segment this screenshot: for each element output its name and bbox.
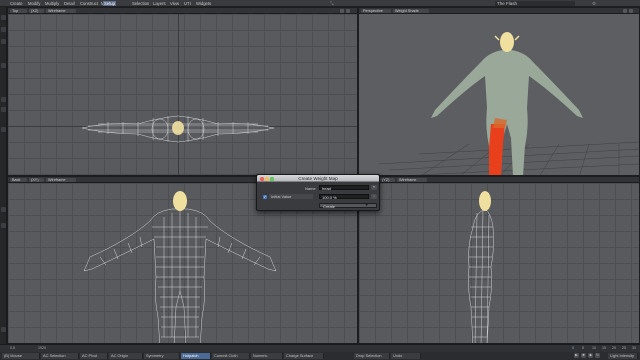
- field-left[interactable]: 0.5: [10, 346, 15, 350]
- viewport-perspective[interactable]: Perspective Weight Shade: [358, 7, 640, 176]
- view-type-dropdown[interactable]: Perspective: [361, 9, 391, 13]
- viewport-top-canvas[interactable]: [8, 14, 357, 175]
- toolbar-button-5[interactable]: [1, 97, 6, 102]
- character-mesh-top: [81, 115, 275, 143]
- toolbar-button-7[interactable]: [1, 127, 6, 132]
- toolbar-button-3[interactable]: [1, 39, 6, 44]
- name-dropdown-icon[interactable]: ▾: [371, 185, 377, 190]
- stop-icon[interactable]: ■: [581, 353, 586, 358]
- timeline-tick: 15: [602, 346, 606, 350]
- initial-value-label[interactable]: Initial Value: [269, 194, 313, 199]
- symmetry-button[interactable]: Symmetry: [144, 353, 180, 359]
- ac-selection-button[interactable]: AC Selection: [41, 353, 79, 359]
- timeline-tick: 30: [632, 346, 636, 350]
- axis-line: [178, 14, 179, 175]
- charge-surface-button[interactable]: Charge Surface: [284, 353, 324, 359]
- loop-icon[interactable]: ↻: [595, 353, 600, 358]
- toolbar-button-2[interactable]: [1, 27, 6, 32]
- menu-selection[interactable]: Selection: [131, 1, 150, 6]
- bottom-toolbar: (B) Mouse AC Selection AC Pivot AC Origi…: [0, 353, 640, 360]
- settings-icon[interactable]: ⚙: [592, 1, 596, 6]
- viewport-maximize-icon[interactable]: [629, 9, 633, 13]
- render-mode-dropdown[interactable]: Wireframe: [46, 9, 76, 13]
- ac-origin-button[interactable]: AC Origin: [109, 353, 143, 359]
- view-axis-dropdown[interactable]: (XY): [29, 178, 44, 182]
- grid: [8, 14, 357, 175]
- mouse-button[interactable]: (B) Mouse: [2, 353, 40, 359]
- menu-detail[interactable]: Detail: [63, 1, 76, 6]
- timeline-tick: 25: [622, 346, 626, 350]
- menu-construct[interactable]: Construct: [79, 1, 99, 6]
- viewport-pan-icon[interactable]: [340, 9, 344, 13]
- status-bar: 0.5 1920 0 5 10 15 20 25 30 (B) Mouse AC…: [0, 344, 640, 360]
- numeric-button[interactable]: Numeric: [251, 353, 283, 359]
- transform-icon[interactable]: ⤡: [330, 1, 334, 6]
- toolbar-button-6[interactable]: [1, 107, 6, 112]
- menu-layers[interactable]: Layers: [152, 1, 167, 6]
- render-mode-dropdown[interactable]: Wireframe: [397, 178, 427, 182]
- view-axis-dropdown[interactable]: (YZ): [380, 178, 395, 182]
- name-label: Name: [305, 186, 316, 191]
- view-type-dropdown[interactable]: Top: [10, 9, 27, 13]
- toolbar-button-8[interactable]: [1, 207, 6, 212]
- light-intensity-button[interactable]: Light Intensity: [608, 353, 638, 359]
- view-axis-dropdown[interactable]: (XZ): [29, 9, 44, 13]
- viewport-top[interactable]: Top (XZ) Wireframe: [7, 7, 358, 176]
- close-icon[interactable]: [260, 177, 264, 181]
- toolbar-button-1[interactable]: [1, 15, 6, 20]
- zoom-icon[interactable]: [270, 177, 274, 181]
- viewport-perspective-canvas[interactable]: [359, 14, 639, 175]
- hotpatch-button[interactable]: Hotpatch: [181, 353, 211, 359]
- ac-pivot-button[interactable]: AC Pivot: [80, 353, 108, 359]
- timeline-tick: 20: [612, 346, 616, 350]
- cursor-icon: ◕: [365, 202, 369, 208]
- toolbar-button-4[interactable]: [1, 63, 6, 68]
- timeline-tick: 5: [582, 346, 584, 350]
- view-type-dropdown[interactable]: Back: [10, 178, 27, 182]
- key-icon[interactable]: ◆: [588, 353, 593, 358]
- menu-create[interactable]: Create: [9, 1, 24, 6]
- timeline-tick: 10: [592, 346, 596, 350]
- viewport-right-canvas[interactable]: [359, 183, 639, 343]
- toolbar-button-10[interactable]: [1, 327, 6, 332]
- character-mesh-back: [83, 191, 277, 343]
- viewport-right-header: Right (YZ) Wireframe: [359, 177, 639, 183]
- character-weight-shaded: [431, 32, 583, 175]
- dialog-title: Create Weight Map: [257, 175, 379, 182]
- play-icon[interactable]: ▶: [574, 353, 579, 358]
- create-weight-map-dialog: Create Weight Map Name head ▾ ✓ Initial …: [256, 174, 380, 211]
- menu-multiply[interactable]: Multiply: [44, 1, 60, 6]
- timeline[interactable]: 0.5 1920 0 5 10 15 20 25 30: [0, 345, 640, 352]
- character-mesh-side: [468, 191, 494, 343]
- toolbar-button-9[interactable]: [1, 223, 6, 228]
- field-frame[interactable]: 1920: [38, 346, 46, 350]
- commit-cloth-button[interactable]: Commit Cloth: [212, 353, 250, 359]
- name-field[interactable]: head: [319, 185, 369, 191]
- undo-button[interactable]: Undo: [391, 353, 421, 359]
- minimize-icon[interactable]: [265, 177, 269, 181]
- create-button[interactable]: Create: [319, 203, 377, 209]
- viewport-right[interactable]: Right (YZ) Wireframe: [358, 176, 640, 344]
- menu-modify[interactable]: Modify: [27, 1, 41, 6]
- initial-value-field[interactable]: 100.0 %: [319, 194, 369, 200]
- menu-setup[interactable]: Setup: [103, 1, 116, 6]
- menu-bar: Create Modify Multiply Detail Construct …: [0, 0, 640, 7]
- menu-widgets[interactable]: Widgets: [195, 1, 212, 6]
- menu-uti[interactable]: UTI: [183, 1, 192, 6]
- viewport-perspective-header: Perspective Weight Shade: [359, 8, 639, 14]
- viewport-pan-icon[interactable]: [623, 9, 627, 13]
- left-toolbar: [0, 7, 7, 344]
- value-stepper-icon[interactable]: ↕: [371, 194, 377, 199]
- viewport-top-header: Top (XZ) Wireframe: [8, 8, 357, 14]
- render-mode-dropdown[interactable]: Weight Shade: [393, 9, 429, 13]
- initial-value-checkbox[interactable]: ✓: [263, 195, 267, 199]
- layer-selector[interactable]: The Flash: [495, 1, 575, 6]
- menu-view[interactable]: View: [169, 1, 180, 6]
- timeline-tick: 0: [572, 346, 574, 350]
- viewport-maximize-icon[interactable]: [346, 9, 350, 13]
- render-mode-dropdown[interactable]: Wireframe: [46, 178, 76, 182]
- drop-selection-button[interactable]: Drop Selection: [354, 353, 390, 359]
